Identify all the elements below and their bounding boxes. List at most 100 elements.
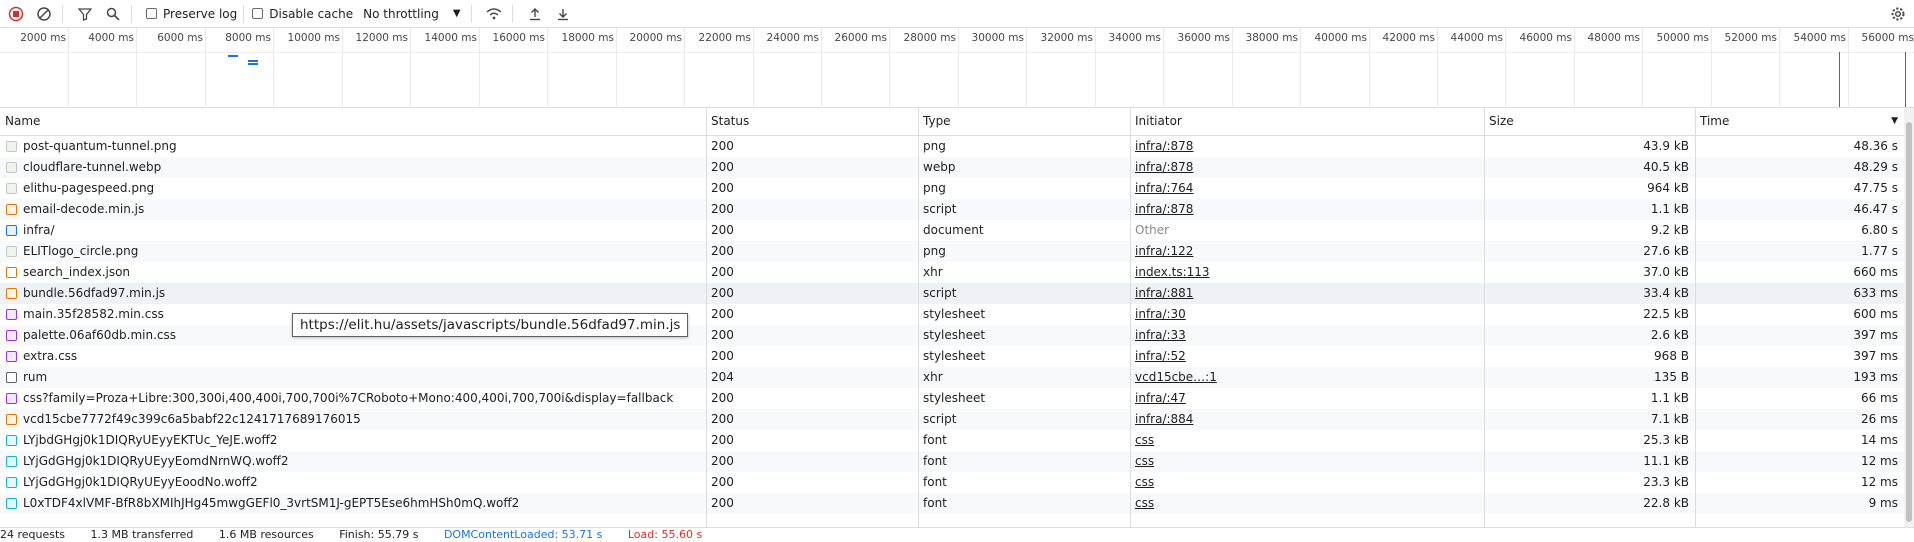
name-cell[interactable]: infra/ — [0, 220, 706, 241]
clear-button[interactable] — [32, 2, 56, 26]
table-row[interactable]: LYjGdGHgj0k1DIQRyUEyyEoodNo.woff2 200 font… — [0, 472, 1904, 493]
name-cell[interactable]: email-decode.min.js — [0, 199, 706, 220]
vertical-scrollbar[interactable] — [1904, 108, 1914, 537]
name-cell[interactable]: extra.css — [0, 346, 706, 367]
throttling-select[interactable]: No throttling ▼ — [363, 7, 460, 21]
table-row[interactable]: elithu-pagespeed.png 200 png infra/:764 964 … — [0, 178, 1904, 199]
initiator-link[interactable]: vcd15cbe…:1 — [1135, 370, 1217, 384]
column-header-status[interactable]: Status — [706, 108, 918, 135]
status-value: 200 — [711, 496, 734, 510]
name-cell[interactable]: vcd15cbe7772f49c399c6a5babf22c1241717689… — [0, 409, 706, 430]
column-divider[interactable] — [1130, 108, 1131, 537]
initiator-link[interactable]: infra/:30 — [1135, 307, 1186, 321]
network-conditions-button[interactable] — [482, 2, 506, 26]
export-har-button[interactable] — [551, 2, 575, 26]
table-row[interactable]: extra.css 200 stylesheet infra/:52 968 B 397 … — [0, 346, 1904, 367]
column-divider[interactable] — [1695, 108, 1696, 537]
name-cell[interactable]: css?family=Proza+Libre:300,300i,400,400i… — [0, 388, 706, 409]
table-row[interactable]: LYjbdGHgj0k1DIQRyUEyyEKTUc_YeJE.woff2 200… — [0, 430, 1904, 451]
scrollbar-thumb[interactable] — [1906, 122, 1912, 522]
table-row[interactable]: palette.06af60db.min.css 200 stylesheet inf… — [0, 325, 1904, 346]
initiator-link[interactable]: infra/:881 — [1135, 286, 1193, 300]
filter-button[interactable] — [73, 2, 97, 26]
settings-button[interactable] — [1886, 2, 1910, 26]
status-cell: 204 — [706, 367, 918, 388]
type-cell: png — [918, 241, 1130, 262]
transferred-size: 1.3 MB transferred — [90, 528, 194, 541]
disable-cache-box[interactable] — [252, 8, 264, 19]
name-cell[interactable]: post-quantum-tunnel.png — [0, 136, 706, 157]
preserve-log-checkbox[interactable]: Preserve log — [146, 7, 237, 21]
initiator-link[interactable]: infra/:884 — [1135, 412, 1193, 426]
table-row[interactable]: L0xTDF4xlVMF-BfR8bXMIhJHg45mwgGEFl0_3vrt… — [0, 493, 1904, 514]
table-row[interactable]: rum 204 xhr vcd15cbe…:1 135 B 193 ms — [0, 367, 1904, 388]
table-row[interactable]: main.35f28582.min.css 200 stylesheet infra/… — [0, 304, 1904, 325]
table-row[interactable]: search_index.json 200 xhr index.ts:113 37.0 … — [0, 262, 1904, 283]
record-icon — [8, 6, 24, 21]
column-divider[interactable] — [706, 108, 707, 537]
initiator-link[interactable]: infra/:878 — [1135, 160, 1193, 174]
column-header-name[interactable]: Name — [0, 108, 706, 135]
timeline-gridline: 30000 ms — [972, 28, 1027, 108]
size-cell: 22.5 kB — [1484, 304, 1695, 325]
initiator-cell: infra/:52 — [1130, 346, 1484, 367]
time-cell: 12 ms — [1695, 451, 1904, 472]
name-cell[interactable]: cloudflare-tunnel.webp — [0, 157, 706, 178]
initiator-link[interactable]: infra/:33 — [1135, 328, 1186, 342]
status-value: 200 — [711, 454, 734, 468]
timeline-overview[interactable]: 2000 ms 4000 ms 6000 ms 8000 ms 10000 ms 1200… — [0, 28, 1914, 108]
column-header-time[interactable]: Time ▼ — [1695, 108, 1904, 135]
name-cell[interactable]: LYjGdGHgj0k1DIQRyUEyyEomdNrnWQ.woff2 — [0, 451, 706, 472]
column-header-initiator[interactable]: Initiator — [1130, 108, 1484, 135]
preserve-log-box[interactable] — [146, 8, 157, 19]
table-row[interactable]: bundle.56dfad97.min.js 200 script infra/:88… — [0, 283, 1904, 304]
initiator-cell: infra/:764 — [1130, 178, 1484, 199]
column-header-size[interactable]: Size — [1484, 108, 1695, 135]
name-cell[interactable]: L0xTDF4xlVMF-BfR8bXMIhJHg45mwgGEFl0_3vrt… — [0, 493, 706, 514]
table-row[interactable]: infra/200 document Other 9.2 kB 6.80 s — [0, 220, 1904, 241]
timeline-gridline: 48000 ms — [1588, 28, 1643, 108]
type-value: script — [923, 412, 957, 426]
name-cell[interactable]: LYjGdGHgj0k1DIQRyUEyyEoodNo.woff2 — [0, 472, 706, 493]
table-row[interactable]: css?family=Proza+Libre:300,300i,400,400i… — [0, 388, 1904, 409]
column-divider[interactable] — [918, 108, 919, 537]
initiator-link[interactable]: infra/:878 — [1135, 202, 1193, 216]
size-value: 2.6 kB — [1650, 328, 1689, 342]
record-button[interactable] — [4, 2, 28, 26]
initiator-link[interactable]: css — [1135, 496, 1154, 510]
initiator-link[interactable]: css — [1135, 433, 1154, 447]
name-cell[interactable]: elithu-pagespeed.png — [0, 178, 706, 199]
disable-cache-checkbox[interactable]: Disable cache — [252, 7, 353, 21]
initiator-link[interactable]: infra/:52 — [1135, 349, 1186, 363]
column-divider[interactable] — [1484, 108, 1485, 537]
table-row[interactable]: ELITlogo_circle.png 200 png infra/:122 27.6 … — [0, 241, 1904, 262]
initiator-link[interactable]: infra/:122 — [1135, 244, 1193, 258]
initiator-link[interactable]: index.ts:113 — [1135, 265, 1210, 279]
table-row[interactable]: cloudflare-tunnel.webp 200 webp infra/:878 4… — [0, 157, 1904, 178]
initiator-link[interactable]: css — [1135, 454, 1154, 468]
table-row[interactable]: LYjGdGHgj0k1DIQRyUEyyEomdNrnWQ.woff2 200 f… — [0, 451, 1904, 472]
initiator-link[interactable]: infra/:47 — [1135, 391, 1186, 405]
initiator-link[interactable]: infra/:764 — [1135, 181, 1193, 195]
time-cell: 66 ms — [1695, 388, 1904, 409]
font-icon — [6, 435, 17, 446]
search-button[interactable] — [101, 2, 125, 26]
initiator-link[interactable]: css — [1135, 475, 1154, 489]
name-cell[interactable]: ELITlogo_circle.png — [0, 241, 706, 262]
name-cell[interactable]: search_index.json — [0, 262, 706, 283]
name-cell[interactable]: bundle.56dfad97.min.js — [0, 283, 706, 304]
time-cell: 397 ms — [1695, 325, 1904, 346]
column-header-type[interactable]: Type — [918, 108, 1130, 135]
status-cell: 200 — [706, 220, 918, 241]
timeline-gridline: 42000 ms — [1383, 28, 1438, 108]
upload-icon — [529, 7, 540, 20]
table-row[interactable]: email-decode.min.js 200 script infra/:878 1.… — [0, 199, 1904, 220]
import-har-button[interactable] — [523, 2, 547, 26]
table-row[interactable]: post-quantum-tunnel.png 200 png infra/:878 4… — [0, 136, 1904, 157]
name-cell[interactable]: rum — [0, 367, 706, 388]
type-value: png — [923, 244, 946, 258]
name-cell[interactable]: LYjbdGHgj0k1DIQRyUEyyEKTUc_YeJE.woff2 — [0, 430, 706, 451]
initiator-link[interactable]: infra/:878 — [1135, 139, 1193, 153]
table-row[interactable]: vcd15cbe7772f49c399c6a5babf22c1241717689… — [0, 409, 1904, 430]
status-value: 200 — [711, 244, 734, 258]
